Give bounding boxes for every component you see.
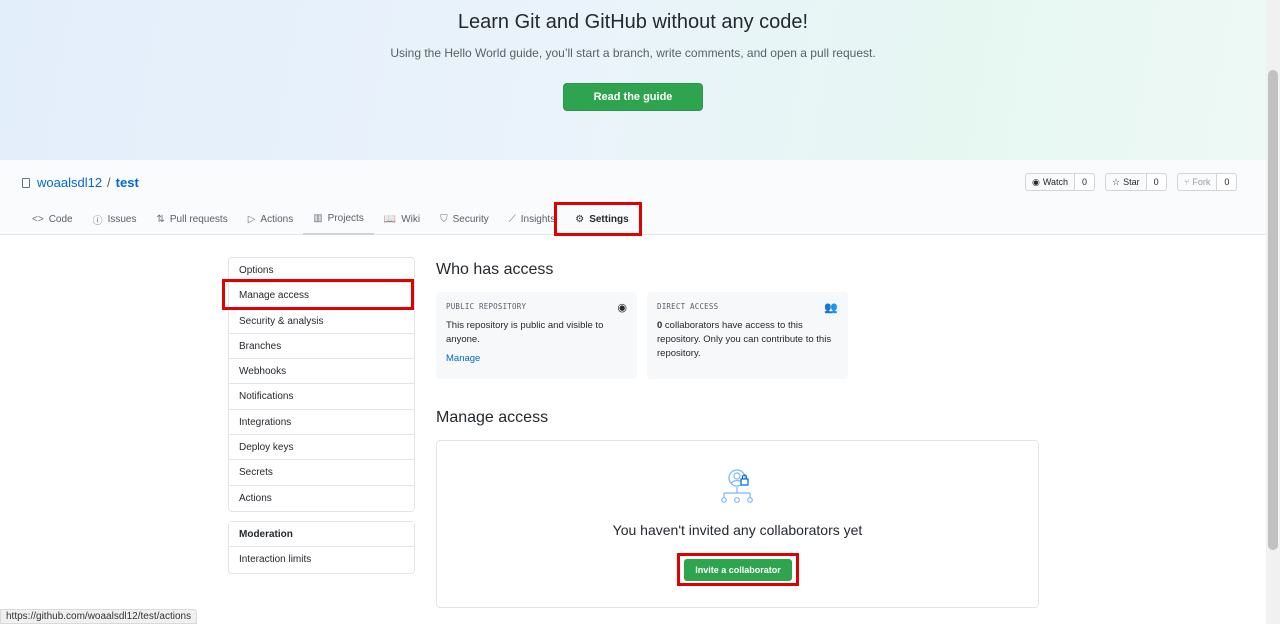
tab-label: Issues bbox=[107, 213, 137, 225]
direct-access-label: DIRECT ACCESS bbox=[657, 302, 719, 311]
direct-access-card: DIRECT ACCESS 👥 0 collaborators have acc… bbox=[647, 292, 848, 379]
watch-label: Watch bbox=[1042, 177, 1069, 187]
invite-highlight-box bbox=[677, 553, 799, 586]
repo-name-link[interactable]: test bbox=[116, 175, 139, 190]
star-button[interactable]: ☆ Star bbox=[1105, 173, 1147, 191]
sidebar-item-interaction-limits[interactable]: Interaction limits bbox=[229, 547, 414, 572]
play-icon: ▷ bbox=[247, 213, 256, 225]
tab-issues[interactable]: ⓘ Issues bbox=[83, 203, 147, 235]
sidebar-item-deploy-keys[interactable]: Deploy keys bbox=[229, 435, 414, 461]
graph-icon: ⟋ bbox=[508, 213, 516, 225]
eye-icon: ◉ bbox=[1032, 177, 1040, 187]
sidebar-item-branches[interactable]: Branches bbox=[229, 334, 414, 360]
sidebar-item-notifications[interactable]: Notifications bbox=[229, 384, 414, 410]
watch-group: ◉ Watch 0 bbox=[1025, 173, 1096, 191]
tab-projects[interactable]: ▥ Projects bbox=[303, 203, 374, 235]
people-icon: 👥 bbox=[824, 302, 838, 314]
sidebar-item-integrations[interactable]: Integrations bbox=[229, 410, 414, 436]
manage-access-highlight-box bbox=[222, 279, 414, 310]
tab-label: Insights bbox=[520, 213, 556, 225]
fork-group: ⑂ Fork 0 bbox=[1177, 173, 1238, 191]
repo-icon bbox=[22, 177, 30, 188]
read-guide-button[interactable]: Read the guide bbox=[563, 83, 703, 111]
watch-button[interactable]: ◉ Watch bbox=[1025, 173, 1076, 191]
star-group: ☆ Star 0 bbox=[1105, 173, 1167, 191]
tab-code[interactable]: <> Code bbox=[22, 203, 83, 235]
shield-icon: ⛉ bbox=[440, 213, 448, 225]
sidebar-item-security-analysis[interactable]: Security & analysis bbox=[229, 309, 414, 334]
person-lock-icon bbox=[721, 469, 753, 503]
who-has-access-heading: Who has access bbox=[436, 261, 554, 278]
sidebar-item-webhooks[interactable]: Webhooks bbox=[229, 359, 414, 385]
code-icon: <> bbox=[32, 213, 44, 225]
direct-access-text: 0 collaborators have access to this repo… bbox=[657, 319, 838, 361]
hero-subtitle: Using the Hello World guide, you’ll star… bbox=[390, 46, 876, 60]
moderation-header: Moderation bbox=[229, 522, 414, 548]
scrollbar-thumb[interactable] bbox=[1268, 70, 1278, 550]
tab-actions[interactable]: ▷ Actions bbox=[238, 203, 304, 235]
watch-count[interactable]: 0 bbox=[1075, 173, 1096, 191]
scrollbar[interactable] bbox=[1266, 0, 1280, 624]
public-repository-text: This repository is public and visible to… bbox=[446, 320, 604, 345]
settings-highlight-box bbox=[554, 202, 642, 236]
issue-icon: ⓘ bbox=[92, 215, 103, 227]
public-repository-label: PUBLIC REPOSITORY bbox=[446, 302, 527, 311]
tab-label: Actions bbox=[260, 213, 294, 225]
tab-pull-requests[interactable]: ⇅ Pull requests bbox=[147, 203, 238, 235]
fork-icon: ⑂ bbox=[1184, 177, 1190, 187]
star-icon: ☆ bbox=[1112, 177, 1121, 187]
repo-separator: / bbox=[107, 175, 111, 190]
fork-label: Fork bbox=[1192, 177, 1211, 187]
tab-label: Security bbox=[452, 213, 489, 225]
pull-request-icon: ⇅ bbox=[156, 213, 165, 225]
project-icon: ▥ bbox=[313, 212, 323, 224]
repo-owner-link[interactable]: woaalsdl12 bbox=[37, 175, 102, 190]
direct-access-description: collaborators have access to this reposi… bbox=[657, 320, 832, 359]
hero-title: Learn Git and GitHub without any code! bbox=[457, 11, 809, 33]
eye-icon: ◉ bbox=[617, 302, 627, 314]
manage-access-heading: Manage access bbox=[436, 409, 549, 426]
sidebar-item-secrets[interactable]: Secrets bbox=[229, 460, 414, 486]
book-icon: 📖 bbox=[383, 213, 397, 225]
repo-title: woaalsdl12 / test bbox=[22, 175, 139, 190]
no-collaborators-message: You haven't invited any collaborators ye… bbox=[612, 522, 863, 538]
tab-label: Pull requests bbox=[169, 213, 228, 225]
public-repository-card: PUBLIC REPOSITORY ◉ This repository is p… bbox=[436, 292, 637, 379]
star-count[interactable]: 0 bbox=[1146, 173, 1167, 191]
fork-button[interactable]: ⑂ Fork bbox=[1177, 173, 1218, 191]
tab-label: Code bbox=[48, 213, 73, 225]
manage-visibility-link[interactable]: Manage bbox=[446, 353, 627, 364]
moderation-sidebar: Moderation Interaction limits bbox=[228, 521, 415, 574]
repo-nav-tabs: <> Code ⓘ Issues ⇅ Pull requests ▷ Actions ▥… bbox=[22, 203, 639, 235]
sidebar-item-actions[interactable]: Actions bbox=[229, 486, 414, 511]
tab-wiki[interactable]: 📖 Wiki bbox=[374, 203, 430, 235]
tab-label: Wiki bbox=[401, 213, 421, 225]
fork-count[interactable]: 0 bbox=[1217, 173, 1238, 191]
tab-security[interactable]: ⛉ Security bbox=[430, 203, 499, 235]
status-bar-url: https://github.com/woaalsdl12/test/actio… bbox=[0, 609, 198, 624]
hero-banner: Learn Git and GitHub without any code! U… bbox=[0, 0, 1266, 160]
star-label: Star bbox=[1123, 177, 1140, 187]
tab-label: Projects bbox=[327, 212, 364, 224]
